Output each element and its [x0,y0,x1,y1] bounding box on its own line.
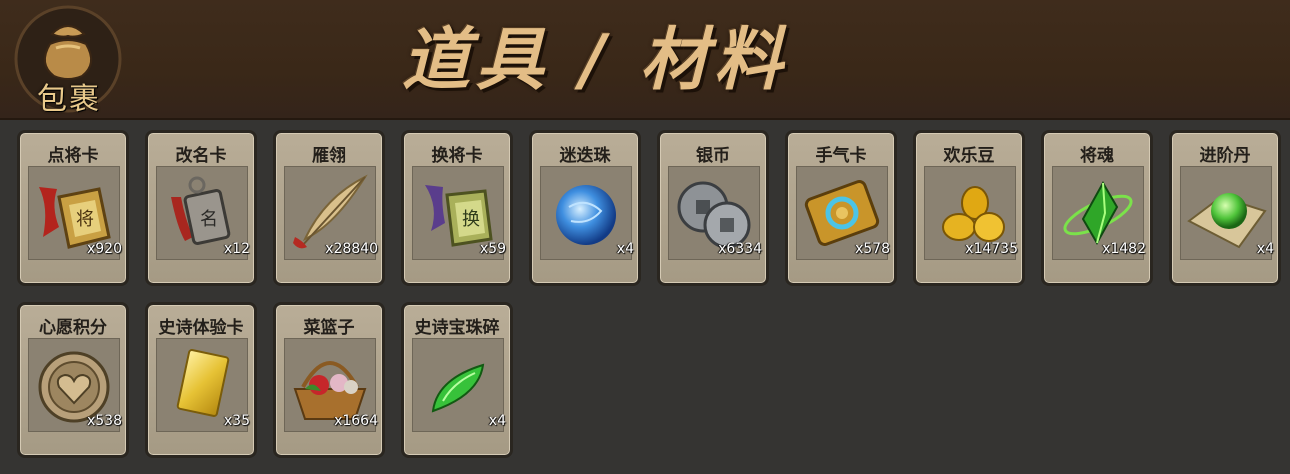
item-card[interactable]: 进阶丹 x4 [1169,130,1281,286]
inventory-header: 包裹 道具 / 材料 [0,0,1290,120]
item-name: 将魂 [1080,146,1114,166]
item-card[interactable]: 欢乐豆 x14735 [913,130,1025,286]
page-title: 道具 / 材料 [402,20,789,100]
item-name: 手气卡 [815,146,867,166]
item-name: 史诗体验卡 [158,318,244,338]
item-count: x578 [854,241,890,257]
item-card[interactable]: 银币 x6334 [657,130,769,286]
item-card[interactable]: 雁翎 x28840 [273,130,385,286]
item-count: x4 [616,241,634,257]
item-count: x4 [488,413,506,429]
item-card[interactable]: 史诗体验卡 x35 [145,302,257,458]
item-name: 欢乐豆 [943,146,995,166]
item-count: x920 [86,241,122,257]
svg-text:名: 名 [200,209,218,230]
item-card[interactable]: 迷迭珠 x4 [529,130,641,286]
item-card[interactable]: 换将卡 换 x59 [401,130,513,286]
item-name: 迷迭珠 [559,146,611,166]
item-count: x538 [86,413,122,429]
item-count: x1664 [334,413,378,429]
svg-text:换: 换 [462,209,480,230]
item-name: 心愿积分 [39,318,107,338]
item-name: 史诗宝珠碎 [414,318,500,338]
svg-text:将: 将 [76,209,94,230]
item-name: 雁翎 [312,146,346,166]
item-name: 银币 [696,146,730,166]
item-count: x6334 [718,241,762,257]
item-name: 菜篮子 [303,318,355,338]
item-card[interactable]: 手气卡 x578 [785,130,897,286]
item-card[interactable]: 改名卡 名 x12 [145,130,257,286]
item-name: 换将卡 [431,146,483,166]
item-count: x28840 [325,241,378,257]
item-card[interactable]: 将魂 x1482 [1041,130,1153,286]
item-count: x14735 [965,241,1018,257]
item-count: x1482 [1102,241,1146,257]
item-count: x59 [479,241,506,257]
item-card[interactable]: 史诗宝珠碎 x4 [401,302,513,458]
item-card[interactable]: 菜篮子 x1664 [273,302,385,458]
item-card[interactable]: 点将卡 将 x920 [17,130,129,286]
item-name: 改名卡 [175,146,227,166]
item-name: 点将卡 [47,146,99,166]
item-count: x12 [223,241,250,257]
item-count: x4 [1256,241,1274,257]
item-count: x35 [223,413,250,429]
bag-label: 包裹 [37,82,101,117]
item-card[interactable]: 心愿积分 x538 [17,302,129,458]
item-name: 进阶丹 [1199,146,1251,166]
